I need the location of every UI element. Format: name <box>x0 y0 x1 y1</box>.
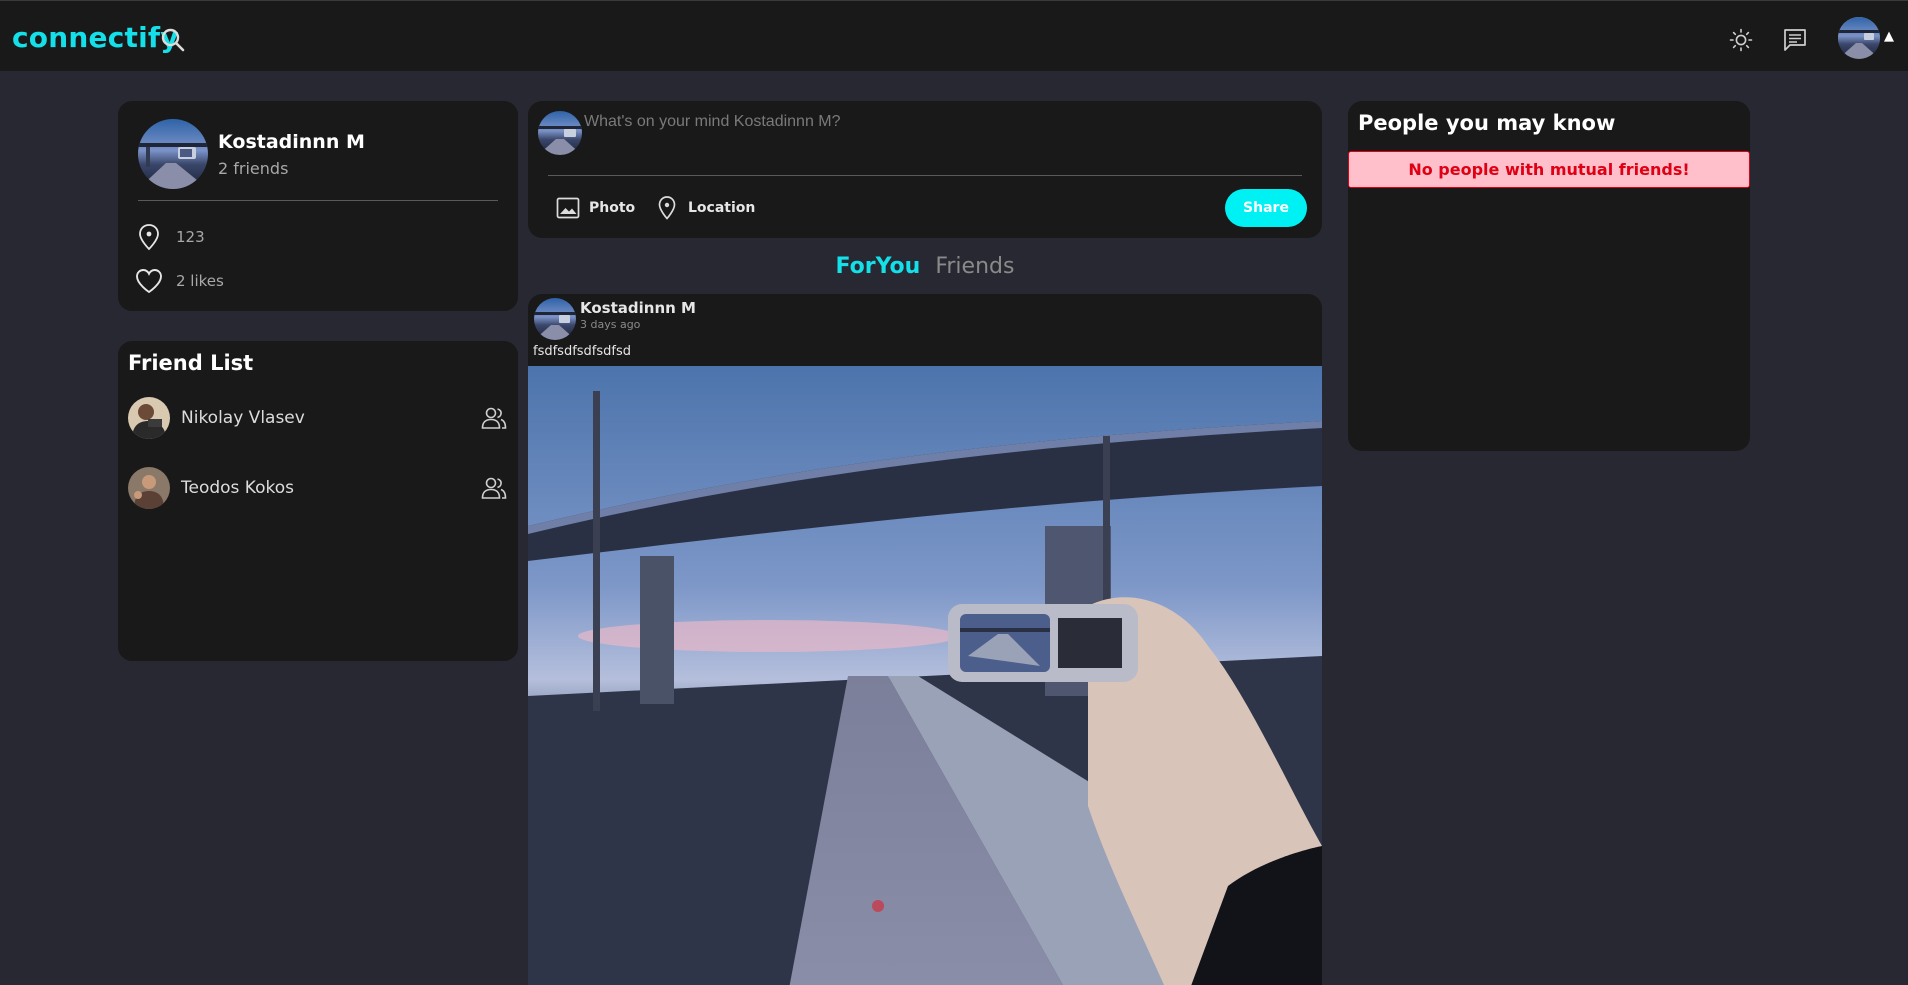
sun-icon[interactable] <box>1728 27 1754 53</box>
friend-icon[interactable] <box>480 474 508 502</box>
location-button[interactable]: Location <box>654 195 755 221</box>
top-navbar: connectify ▲ <box>0 0 1908 71</box>
post-timestamp: 3 days ago <box>580 318 641 331</box>
post-composer: Photo Location Share <box>528 101 1322 238</box>
chat-icon[interactable] <box>1782 27 1808 53</box>
friend-name[interactable]: Teodos Kokos <box>181 478 480 498</box>
location-label: Location <box>688 200 756 216</box>
post-input[interactable] <box>584 109 1304 161</box>
likes-row: 2 likes <box>134 266 224 296</box>
post-author-avatar[interactable] <box>534 298 576 340</box>
no-mutual-friends-alert: No people with mutual friends! <box>1348 151 1750 188</box>
location-text: 123 <box>176 228 205 246</box>
post-text: fsdfsdfsdfsdfsd <box>533 344 632 359</box>
profile-avatar[interactable] <box>138 119 208 189</box>
composer-avatar <box>538 111 582 155</box>
search-icon[interactable] <box>160 27 186 53</box>
profile-friend-count: 2 friends <box>218 159 289 178</box>
friend-list-title: Friend List <box>128 351 254 375</box>
post-card: Kostadinnn M 3 days ago fsdfsdfsdfsdfsd <box>528 294 1322 985</box>
friend-name[interactable]: Nikolay Vlasev <box>181 408 480 428</box>
location-pin-icon <box>658 196 676 220</box>
tab-friends[interactable]: Friends <box>935 254 1014 279</box>
user-avatar[interactable] <box>1838 17 1880 59</box>
friend-avatar[interactable] <box>128 467 170 509</box>
tab-for-you[interactable]: ForYou <box>836 254 921 279</box>
app-logo[interactable]: connectify <box>12 21 179 54</box>
divider <box>138 200 498 201</box>
photo-label: Photo <box>589 200 636 216</box>
likes-text: 2 likes <box>176 272 224 290</box>
people-title: People you may know <box>1358 111 1616 135</box>
post-image[interactable] <box>528 366 1322 985</box>
profile-name[interactable]: Kostadinnn M <box>218 131 365 153</box>
location-pin-icon <box>139 224 159 251</box>
friend-avatar[interactable] <box>128 397 170 439</box>
heart-icon <box>136 269 162 294</box>
feed-tabs: ForYou Friends <box>528 254 1322 279</box>
friend-row[interactable]: Teodos Kokos <box>128 465 508 511</box>
post-author-name[interactable]: Kostadinnn M <box>580 299 696 317</box>
friend-list-card: Friend List Nikolay Vlasev Teodos Kokos <box>118 341 518 661</box>
location-row: 123 <box>134 222 205 252</box>
friend-icon[interactable] <box>480 404 508 432</box>
image-icon <box>556 197 580 219</box>
profile-card: Kostadinnn M 2 friends 123 2 likes <box>118 101 518 311</box>
caret-up-icon[interactable]: ▲ <box>1884 29 1894 44</box>
people-you-may-know-card: People you may know No people with mutua… <box>1348 101 1750 451</box>
share-button[interactable]: Share <box>1225 189 1307 227</box>
photo-button[interactable]: Photo <box>555 195 635 221</box>
friend-row[interactable]: Nikolay Vlasev <box>128 395 508 441</box>
divider <box>548 175 1302 176</box>
